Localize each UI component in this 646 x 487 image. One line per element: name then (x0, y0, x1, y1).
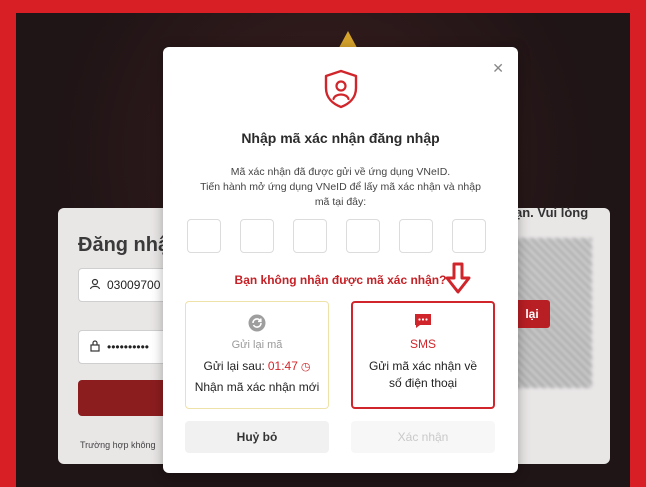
otp-digit-2[interactable] (240, 219, 274, 253)
resend-subtitle: Nhận mã xác nhận mới (194, 380, 320, 394)
sms-label: SMS (409, 337, 436, 351)
message-icon (415, 314, 431, 328)
qr-side-text-line1: ạn. Vui lòng (515, 205, 589, 220)
login-footer-text: Trường hợp không (80, 440, 156, 450)
resend-countdown: Gửi lại sau: 01:47 ◷ (186, 359, 328, 373)
desc-line1: Mã xác nhận đã được gửi về ứng dụng VNeI… (230, 166, 451, 178)
otp-digit-1[interactable] (187, 219, 221, 253)
desc-line3: mã tại đây: (314, 196, 367, 208)
resend-label: Gửi lại mã (231, 339, 283, 351)
qr-side-text: ạn. Vui lòng i (515, 204, 588, 240)
resend-code-option[interactable]: Gửi lại mã Gửi lại sau: 01:47 ◷ Nhận mã … (185, 301, 329, 409)
desc-line2: Tiến hành mở ứng dụng VNeID để lấy mã xá… (200, 181, 481, 193)
shield-user-icon (324, 69, 358, 109)
sms-desc-line1: Gửi mã xác nhận về (368, 359, 478, 373)
lock-icon (89, 339, 101, 355)
otp-input-row (187, 219, 486, 253)
cancel-button[interactable]: Huỷ bỏ (185, 421, 329, 453)
user-icon (89, 278, 101, 293)
clock-icon: ◷ (300, 360, 311, 373)
sms-description: Gửi mã xác nhận về số điện thoại (353, 358, 493, 392)
countdown-time: 01:47 (267, 359, 298, 373)
modal-title: Nhập mã xác nhận đăng nhập (241, 130, 440, 146)
otp-digit-5[interactable] (399, 219, 433, 253)
refresh-icon (248, 314, 266, 332)
countdown-label: Gửi lại sau: (203, 359, 265, 373)
otp-digit-6[interactable] (452, 219, 486, 253)
modal-description: Mã xác nhận đã được gửi về ứng dụng VNeI… (183, 165, 498, 210)
password-value: •••••••••• (107, 340, 150, 354)
arrow-down-icon (445, 262, 471, 294)
close-icon[interactable]: ✕ (492, 61, 504, 75)
sms-desc-line2: số điện thoại (388, 376, 458, 390)
confirm-button[interactable]: Xác nhận (351, 421, 495, 453)
otp-modal: ✕ Nhập mã xác nhận đăng nhập Mã xác nhận… (163, 47, 518, 473)
refresh-qr-button[interactable]: lại (514, 300, 550, 328)
username-value: 03009700 (107, 278, 161, 292)
otp-digit-3[interactable] (293, 219, 327, 253)
otp-digit-4[interactable] (346, 219, 380, 253)
qr-side-text-line2: i (515, 222, 588, 240)
sms-option[interactable]: SMS Gửi mã xác nhận về số điện thoại (351, 301, 495, 409)
